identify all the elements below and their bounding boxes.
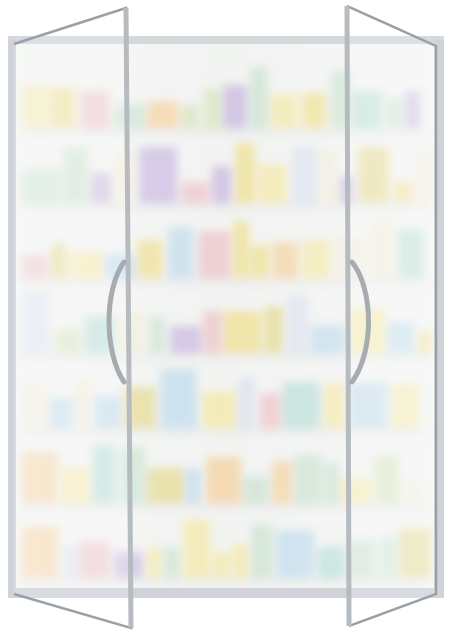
glass-door-cabinet — [8, 4, 444, 630]
right-door-edge — [344, 5, 352, 627]
left-door-glass — [14, 8, 131, 628]
right-door[interactable] — [344, 4, 438, 628]
right-door-glass — [347, 6, 436, 626]
left-door[interactable] — [13, 6, 134, 630]
